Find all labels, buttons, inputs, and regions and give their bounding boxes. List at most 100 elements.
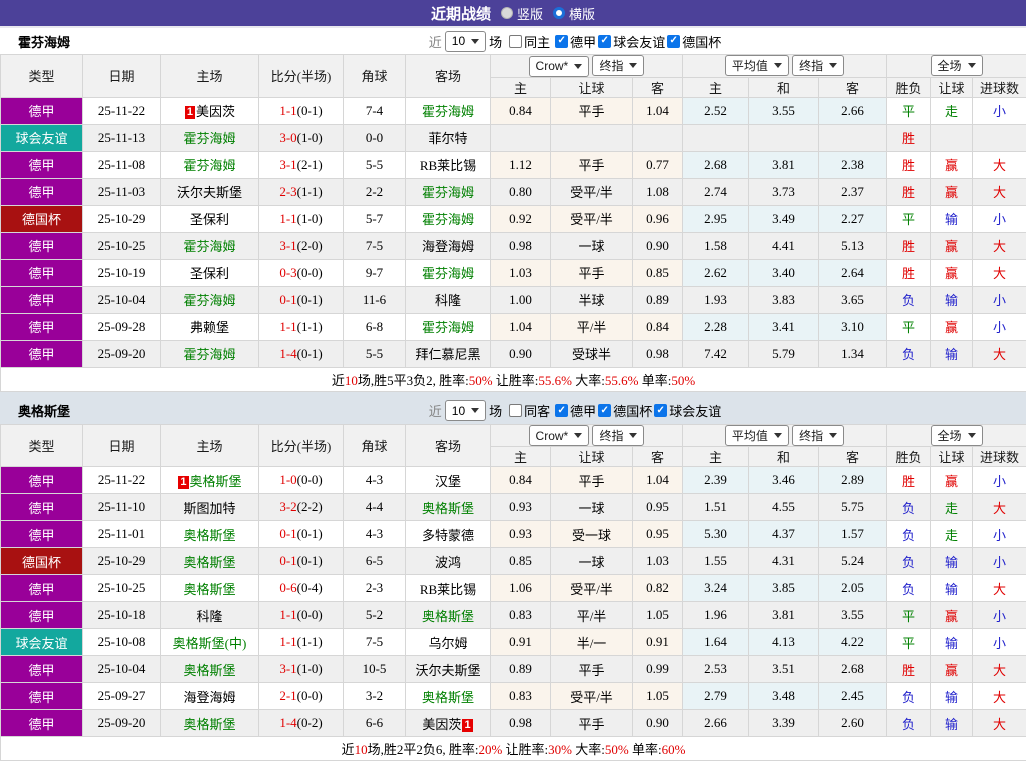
team-link[interactable]: 斯图加特 [183,501,235,516]
team-link[interactable]: 波鸿 [435,555,461,570]
team-link[interactable]: 圣保利 [190,212,229,227]
fulltime-score: 1-1 [279,634,296,649]
team-link[interactable]: 菲尔特 [428,131,467,146]
checkbox-icon[interactable] [555,404,568,417]
team-link[interactable]: 奥格斯堡(中) [173,636,247,651]
league-checkbox[interactable]: 球会友谊 [654,401,721,420]
team-link[interactable]: 奥格斯堡 [422,690,474,705]
league-checkbox[interactable]: 德国杯 [598,401,652,420]
scope-select[interactable]: 全场 [931,425,983,446]
odds-source-select[interactable]: Crow* [529,425,590,446]
match-row: 德国杯25-10-29圣保利1-1(1-0)5-7霍芬海姆0.92受平/半0.9… [1,205,1026,232]
col-handicap-result: 让球 [931,447,973,467]
checkbox-icon[interactable] [654,404,667,417]
view-vertical-option[interactable]: 竖版 [501,4,543,23]
team-link[interactable]: 奥格斯堡 [183,555,235,570]
team-link[interactable]: 奥格斯堡 [422,501,474,516]
team-link[interactable]: 沃尔夫斯堡 [415,663,480,678]
home-team-cell: 奥格斯堡(中) [161,629,259,656]
odds-mode-select[interactable]: 终指 [592,55,644,76]
scope-select[interactable]: 全场 [931,55,983,76]
same-venue-checkbox[interactable]: 同主 [509,32,550,51]
team-link[interactable]: 奥格斯堡 [422,609,474,624]
team-link[interactable]: 汉堡 [435,474,461,489]
league-cell: 德甲 [1,178,83,205]
team-link[interactable]: 科隆 [196,609,222,624]
league-checkbox[interactable]: 德甲 [555,401,596,420]
avg-source-select[interactable]: 平均值 [725,425,789,446]
chevron-down-icon [774,433,782,438]
match-count-select[interactable]: 10 [445,31,486,52]
avg-odds-cell: 3.83 [749,286,819,313]
team-link[interactable]: 霍芬海姆 [183,293,235,308]
corners-cell: 0-0 [344,124,406,151]
team-link[interactable]: 奥格斯堡 [183,528,235,543]
league-checkbox[interactable]: 德国杯 [667,32,721,51]
score-cell: 1-1(0-0) [259,602,344,629]
checkbox-icon[interactable] [509,404,522,417]
team-link[interactable]: 霍芬海姆 [183,158,235,173]
team-link[interactable]: 奥格斯堡 [183,582,235,597]
team-link[interactable]: 奥格斯堡 [183,663,235,678]
team-link[interactable]: 拜仁慕尼黑 [415,347,480,362]
halftime-score: (1-0) [297,130,323,145]
team-link[interactable]: 多特蒙德 [422,528,474,543]
team-link[interactable]: 弗赖堡 [190,320,229,335]
team-link[interactable]: 乌尔姆 [428,636,467,651]
same-venue-checkbox[interactable]: 同客 [509,401,550,420]
league-checkbox[interactable]: 球会友谊 [598,32,665,51]
match-row: 德甲25-09-20霍芬海姆1-4(0-1)5-5拜仁慕尼黑0.90受球半0.9… [1,340,1026,367]
date-cell: 25-10-08 [83,629,161,656]
team-link[interactable]: 霍芬海姆 [183,131,235,146]
avg-mode-select[interactable]: 终指 [792,425,844,446]
team-link[interactable]: 霍芬海姆 [422,320,474,335]
team-link[interactable]: 沃尔夫斯堡 [177,185,242,200]
team-link[interactable]: 海登海姆 [183,690,235,705]
team-link[interactable]: 霍芬海姆 [422,185,474,200]
team-link[interactable]: 美因茨 [422,717,461,732]
team-link[interactable]: 美因茨 [196,104,235,119]
radio-vertical-icon[interactable] [501,7,513,19]
handicap-odds-cell: 平手 [551,710,633,737]
team-link[interactable]: 霍芬海姆 [183,347,235,362]
checkbox-icon[interactable] [509,35,522,48]
avg-source-select[interactable]: 平均值 [725,55,789,76]
radio-horizontal-icon[interactable] [553,7,565,19]
avg-odds-cell: 5.30 [683,521,749,548]
checkbox-icon[interactable] [555,35,568,48]
checkbox-icon[interactable] [667,35,680,48]
handicap-odds-cell: 1.06 [491,575,551,602]
halftime-score: (1-0) [297,211,323,226]
avg-mode-select[interactable]: 终指 [792,55,844,76]
avg-odds-cell: 5.79 [749,340,819,367]
handicap-odds-cell: 0.93 [491,521,551,548]
view-horizontal-option[interactable]: 横版 [553,4,595,23]
summary-text: 大率: [572,742,605,757]
league-cell: 德甲 [1,259,83,286]
team-link[interactable]: 霍芬海姆 [183,239,235,254]
avg-odds-cell: 2.37 [819,178,887,205]
avg-odds-cell: 1.96 [683,602,749,629]
checkbox-icon[interactable] [598,35,611,48]
team-link[interactable]: 奥格斯堡 [183,717,235,732]
odds-source-select[interactable]: Crow* [529,56,590,77]
team-link[interactable]: RB莱比锡 [420,582,476,597]
match-count-select[interactable]: 10 [445,400,486,421]
team-link[interactable]: 奥格斯堡 [190,474,242,489]
team-link[interactable]: 圣保利 [190,266,229,281]
handicap-odds-cell: 平手 [551,259,633,286]
team-link[interactable]: 霍芬海姆 [422,212,474,227]
league-checkbox[interactable]: 德甲 [555,32,596,51]
team-link[interactable]: 霍芬海姆 [422,266,474,281]
odds-mode-select[interactable]: 终指 [592,425,644,446]
team-link[interactable]: 海登海姆 [422,239,474,254]
checkbox-icon[interactable] [598,404,611,417]
avg-odds-cell: 2.45 [819,683,887,710]
score-cell: 3-0(1-0) [259,124,344,151]
team-link[interactable]: 霍芬海姆 [422,104,474,119]
result-cell: 负 [887,340,931,367]
league-cell: 德国杯 [1,205,83,232]
team-link[interactable]: RB莱比锡 [420,158,476,173]
team-link[interactable]: 科隆 [435,293,461,308]
avg-odds-cell [819,124,887,151]
